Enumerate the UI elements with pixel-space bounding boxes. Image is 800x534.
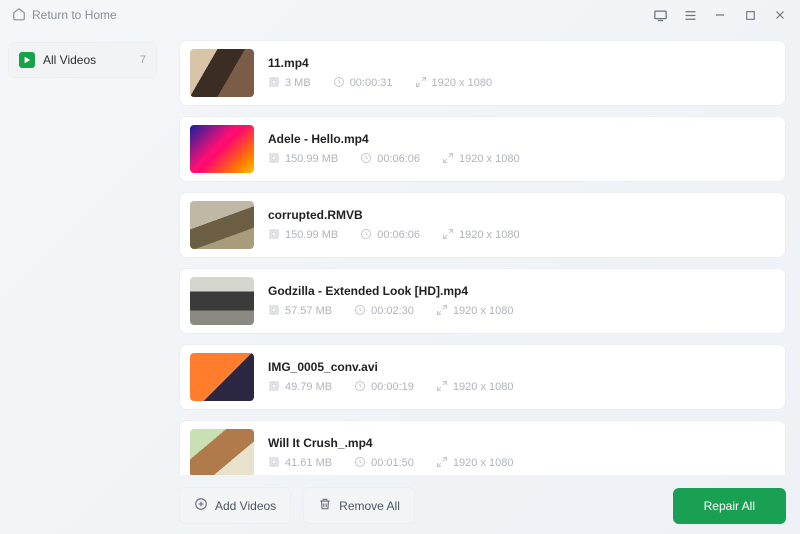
- plus-circle-icon: [194, 497, 208, 514]
- add-videos-button[interactable]: Add Videos: [179, 487, 291, 524]
- video-duration: 00:02:30: [354, 304, 414, 319]
- return-home-button[interactable]: Return to Home: [12, 7, 117, 24]
- video-list: 11.mp4 3 MB 00:00:31 1920 x 1080 Adele -…: [179, 40, 786, 475]
- remove-all-label: Remove All: [339, 499, 400, 513]
- expand-icon: [442, 152, 454, 167]
- expand-icon: [415, 76, 427, 91]
- video-resolution: 1920 x 1080: [442, 152, 520, 167]
- main-content: 11.mp4 3 MB 00:00:31 1920 x 1080 Adele -…: [165, 30, 800, 534]
- video-filename: 11.mp4: [268, 56, 775, 70]
- video-thumbnail: [190, 277, 254, 325]
- video-resolution: 1920 x 1080: [436, 380, 514, 395]
- clock-icon: [354, 304, 366, 319]
- sidebar: All Videos 7: [0, 30, 165, 534]
- storage-icon: [268, 380, 280, 395]
- sidebar-item-all-videos[interactable]: All Videos 7: [8, 42, 157, 78]
- clock-icon: [360, 228, 372, 243]
- video-duration: 00:01:50: [354, 456, 414, 471]
- video-duration: 00:00:19: [354, 380, 414, 395]
- storage-icon: [268, 76, 280, 91]
- video-filename: corrupted.RMVB: [268, 208, 775, 222]
- video-thumbnail: [190, 353, 254, 401]
- video-size: 49.79 MB: [268, 380, 332, 395]
- expand-icon: [436, 380, 448, 395]
- video-item[interactable]: IMG_0005_conv.avi 49.79 MB 00:00:19 1920…: [179, 344, 786, 410]
- clock-icon: [354, 456, 366, 471]
- expand-icon: [436, 456, 448, 471]
- video-item[interactable]: corrupted.RMVB 150.99 MB 00:06:06 1920 x…: [179, 192, 786, 258]
- video-resolution: 1920 x 1080: [436, 456, 514, 471]
- video-resolution: 1920 x 1080: [442, 228, 520, 243]
- maximize-icon[interactable]: [742, 7, 758, 23]
- close-icon[interactable]: [772, 7, 788, 23]
- video-icon: [19, 52, 35, 68]
- repair-all-label: Repair All: [704, 499, 755, 513]
- titlebar: Return to Home: [0, 0, 800, 30]
- video-resolution: 1920 x 1080: [415, 76, 493, 91]
- video-item[interactable]: Godzilla - Extended Look [HD].mp4 57.57 …: [179, 268, 786, 334]
- footer-bar: Add Videos Remove All Repair All: [179, 475, 786, 524]
- expand-icon: [442, 228, 454, 243]
- video-item[interactable]: Will It Crush_.mp4 41.61 MB 00:01:50 192…: [179, 420, 786, 475]
- window-controls: [652, 7, 788, 23]
- video-size: 41.61 MB: [268, 456, 332, 471]
- trash-icon: [318, 497, 332, 514]
- clock-icon: [360, 152, 372, 167]
- video-size: 57.57 MB: [268, 304, 332, 319]
- video-size: 150.99 MB: [268, 152, 338, 167]
- home-icon: [12, 7, 26, 24]
- repair-all-button[interactable]: Repair All: [673, 488, 786, 524]
- return-home-label: Return to Home: [32, 8, 117, 22]
- video-filename: Adele - Hello.mp4: [268, 132, 775, 146]
- add-videos-label: Add Videos: [215, 499, 276, 513]
- menu-icon[interactable]: [682, 7, 698, 23]
- expand-icon: [436, 304, 448, 319]
- sidebar-item-label: All Videos: [43, 53, 132, 67]
- video-thumbnail: [190, 125, 254, 173]
- video-item[interactable]: Adele - Hello.mp4 150.99 MB 00:06:06 192…: [179, 116, 786, 182]
- storage-icon: [268, 228, 280, 243]
- video-duration: 00:00:31: [333, 76, 393, 91]
- video-size: 150.99 MB: [268, 228, 338, 243]
- video-filename: Godzilla - Extended Look [HD].mp4: [268, 284, 775, 298]
- video-filename: IMG_0005_conv.avi: [268, 360, 775, 374]
- storage-icon: [268, 152, 280, 167]
- video-resolution: 1920 x 1080: [436, 304, 514, 319]
- feedback-icon[interactable]: [652, 7, 668, 23]
- video-duration: 00:06:06: [360, 152, 420, 167]
- clock-icon: [354, 380, 366, 395]
- storage-icon: [268, 304, 280, 319]
- video-thumbnail: [190, 201, 254, 249]
- video-thumbnail: [190, 429, 254, 475]
- sidebar-item-count: 7: [140, 54, 146, 66]
- video-item[interactable]: 11.mp4 3 MB 00:00:31 1920 x 1080: [179, 40, 786, 106]
- video-size: 3 MB: [268, 76, 311, 91]
- video-duration: 00:06:06: [360, 228, 420, 243]
- clock-icon: [333, 76, 345, 91]
- storage-icon: [268, 456, 280, 471]
- remove-all-button[interactable]: Remove All: [303, 487, 415, 524]
- video-thumbnail: [190, 49, 254, 97]
- video-filename: Will It Crush_.mp4: [268, 436, 775, 450]
- minimize-icon[interactable]: [712, 7, 728, 23]
